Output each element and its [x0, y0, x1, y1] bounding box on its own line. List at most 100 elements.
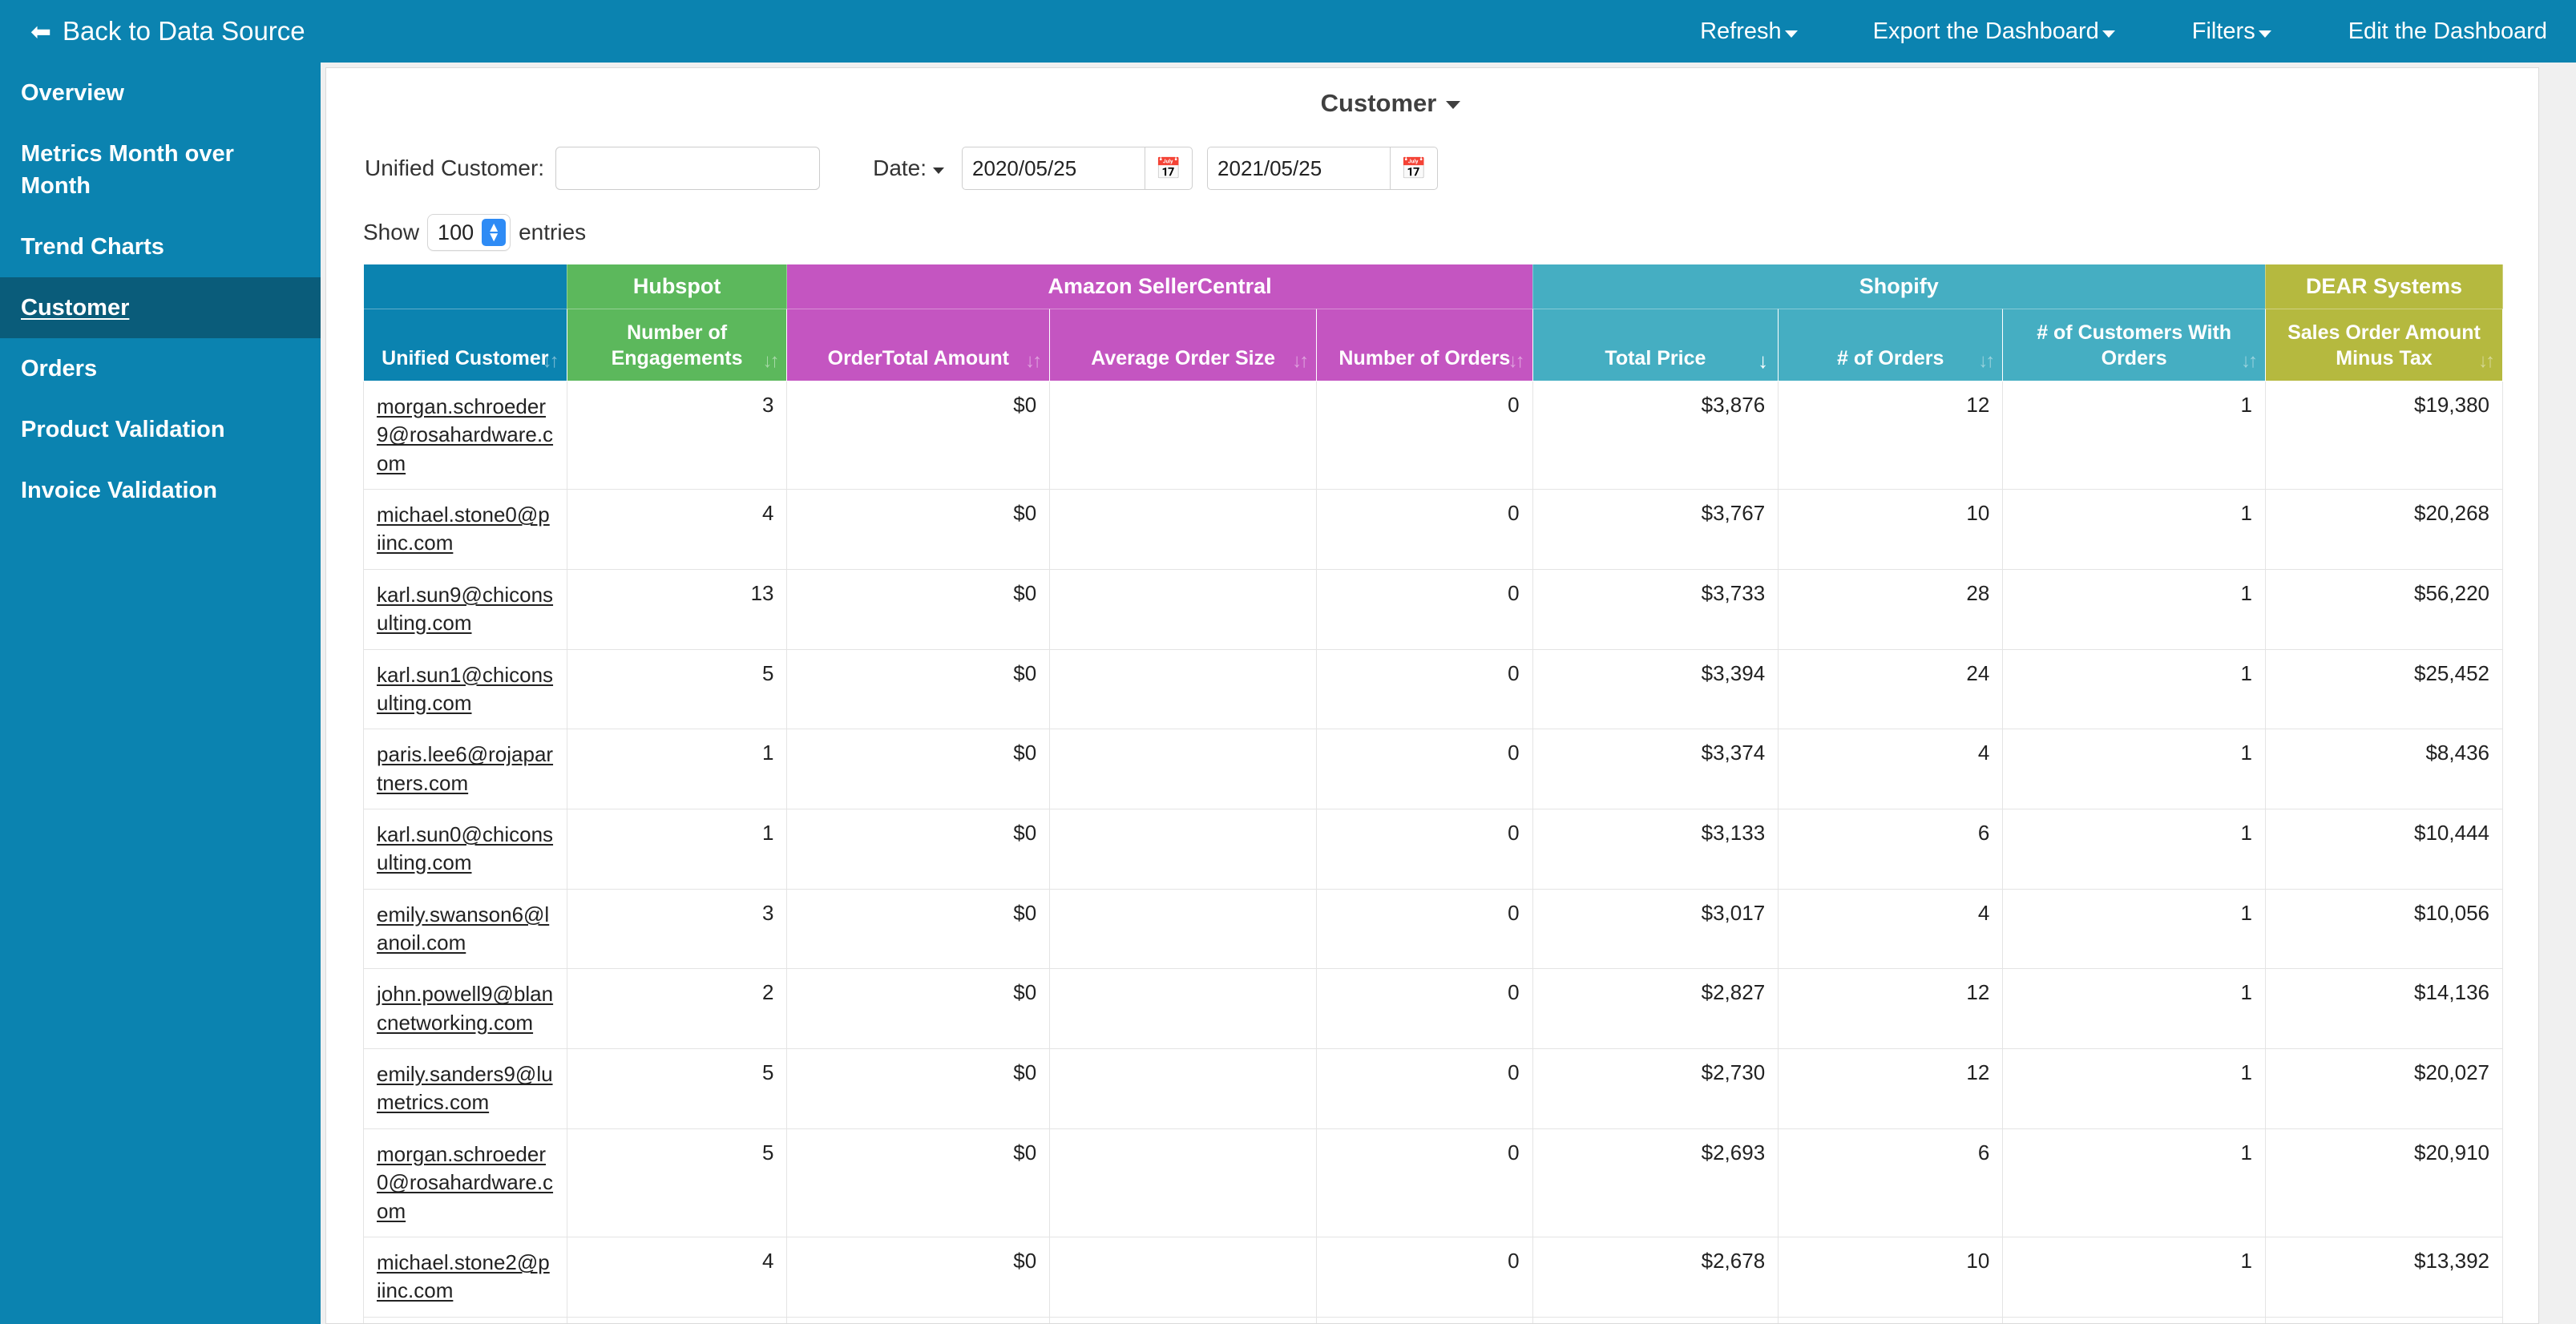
- table-row[interactable]: karl.sun1@chiconsulting.com5$00$3,394241…: [364, 649, 2503, 729]
- table-row[interactable]: morgan.schroeder0@rosahardware.com5$00$2…: [364, 1128, 2503, 1237]
- cell-customers-with-orders: 1: [2003, 889, 2266, 969]
- cell-number-of-orders: 0: [1317, 1128, 1533, 1237]
- sort-both-icon: ↓↑: [2478, 352, 2493, 371]
- cell-number-of-orders: 0: [1317, 889, 1533, 969]
- cell-shopify-number-of-orders: 4: [1779, 729, 2003, 809]
- date-to-input[interactable]: [1207, 147, 1390, 190]
- panel-title-dropdown[interactable]: Customer: [325, 68, 2497, 118]
- calendar-icon-to-button[interactable]: 📅: [1390, 147, 1438, 190]
- export-dashboard-menu[interactable]: Export the Dashboard: [1873, 18, 2115, 45]
- sidebar-item-label: Trend Charts: [21, 234, 164, 260]
- column-header-customers-with-orders[interactable]: # of Customers With Orders ↓↑: [2003, 309, 2266, 381]
- cell-number-of-orders: 0: [1317, 1317, 1533, 1324]
- column-header-average-order-size[interactable]: Average Order Size ↓↑: [1050, 309, 1317, 381]
- edit-dashboard-label: Edit the Dashboard: [2348, 18, 2547, 45]
- customer-email-link[interactable]: emily.sanders9@lumetrics.com: [377, 1060, 554, 1117]
- cell-shopify-number-of-orders: 28: [1779, 569, 2003, 649]
- table-group-header-row: Hubspot Amazon SellerCentral Shopify DEA…: [364, 264, 2503, 309]
- cell-unified-customer: michael.stone0@piinc.com: [364, 490, 567, 570]
- cell-average-order-size: [1050, 569, 1317, 649]
- sidebar-item-metrics-month-over-month[interactable]: Metrics Month over Month: [0, 123, 321, 216]
- column-header-shopify-number-of-orders[interactable]: # of Orders ↓↑: [1779, 309, 2003, 381]
- table-row[interactable]: karl.sun0@chiconsulting.com1$00$3,13361$…: [364, 809, 2503, 889]
- customer-email-link[interactable]: john.powell9@blancnetworking.com: [377, 980, 554, 1037]
- customer-email-link[interactable]: karl.sun0@chiconsulting.com: [377, 821, 554, 878]
- refresh-menu[interactable]: Refresh: [1700, 18, 1798, 45]
- date-from-input[interactable]: [962, 147, 1145, 190]
- sidebar-item-overview[interactable]: Overview: [0, 63, 321, 123]
- customer-email-link[interactable]: morgan.schroeder0@rosahardware.com: [377, 1140, 554, 1225]
- chevron-down-icon: [1785, 30, 1798, 38]
- cell-unified-customer: paris.lee6@rojapartners.com: [364, 729, 567, 809]
- customer-email-link[interactable]: paris.lee6@rojapartners.com: [377, 741, 554, 797]
- cell-number-of-orders: 0: [1317, 1237, 1533, 1317]
- cell-customers-with-orders: 1: [2003, 649, 2266, 729]
- cell-sales-order-amount-minus-tax: $20,027: [2265, 1049, 2502, 1129]
- cell-shopify-number-of-orders: 6: [1779, 1128, 2003, 1237]
- customer-email-link[interactable]: michael.stone2@piinc.com: [377, 1249, 554, 1306]
- edit-dashboard-button[interactable]: Edit the Dashboard: [2348, 18, 2547, 45]
- cell-unified-customer: emily.swanson6@lanoil.com: [364, 889, 567, 969]
- column-header-sales-order-amount-minus-tax[interactable]: Sales Order Amount Minus Tax ↓↑: [2265, 309, 2502, 381]
- calendar-icon-from-button[interactable]: 📅: [1145, 147, 1193, 190]
- unified-customer-input[interactable]: [555, 147, 820, 190]
- sidebar-item-product-validation[interactable]: Product Validation: [0, 399, 321, 460]
- table-row[interactable]: michael.stone2@piinc.com4$00$2,678101$13…: [364, 1237, 2503, 1317]
- date-filter-dropdown[interactable]: Date:: [873, 155, 944, 181]
- sidebar-item-trend-charts[interactable]: Trend Charts: [0, 216, 321, 277]
- cell-total-price: $2,730: [1532, 1049, 1779, 1129]
- entries-per-page-select[interactable]: 100 ▲▼: [427, 214, 511, 251]
- sort-both-icon: ↓↑: [1978, 352, 1993, 371]
- column-header-unified-customer[interactable]: Unified Customer ↓↑: [364, 309, 567, 381]
- table-row[interactable]: karl.sun9@chiconsulting.com13$00$3,73328…: [364, 569, 2503, 649]
- table-row[interactable]: denise.lee6@alphaindustries.com1$00$2,54…: [364, 1317, 2503, 1324]
- column-header-number-of-engagements[interactable]: Number of Engagements ↓↑: [567, 309, 787, 381]
- date-from-group: 📅: [962, 147, 1193, 190]
- cell-sales-order-amount-minus-tax: $8,436: [2265, 729, 2502, 809]
- cell-average-order-size: [1050, 1049, 1317, 1129]
- sidebar-item-customer[interactable]: Customer: [0, 277, 321, 338]
- table-row[interactable]: morgan.schroeder9@rosahardware.com3$00$3…: [364, 381, 2503, 490]
- show-entries-prefix: Show: [363, 220, 419, 245]
- cell-number-of-engagements: 4: [567, 1237, 787, 1317]
- cell-ordertotal-amount: $0: [787, 809, 1050, 889]
- cell-shopify-number-of-orders: 4: [1779, 889, 2003, 969]
- table-row[interactable]: john.powell9@blancnetworking.com2$00$2,8…: [364, 969, 2503, 1049]
- sidebar-item-label: Overview: [21, 80, 124, 106]
- cell-shopify-number-of-orders: 12: [1779, 381, 2003, 490]
- cell-ordertotal-amount: $0: [787, 889, 1050, 969]
- cell-unified-customer: emily.sanders9@lumetrics.com: [364, 1049, 567, 1129]
- cell-average-order-size: [1050, 381, 1317, 490]
- filters-menu[interactable]: Filters: [2192, 18, 2271, 45]
- filter-bar: Unified Customer: Date: 📅 📅: [326, 147, 2538, 190]
- table-row[interactable]: emily.swanson6@lanoil.com3$00$3,01741$10…: [364, 889, 2503, 969]
- cell-sales-order-amount-minus-tax: $10,056: [2265, 889, 2502, 969]
- table-row[interactable]: emily.sanders9@lumetrics.com5$00$2,73012…: [364, 1049, 2503, 1129]
- cell-number-of-engagements: 3: [567, 381, 787, 490]
- customer-email-link[interactable]: emily.swanson6@lanoil.com: [377, 901, 554, 958]
- cell-customers-with-orders: 1: [2003, 729, 2266, 809]
- cell-total-price: $2,678: [1532, 1237, 1779, 1317]
- table-row[interactable]: michael.stone0@piinc.com4$00$3,767101$20…: [364, 490, 2503, 570]
- back-to-data-source-button[interactable]: ⬅ Back to Data Source: [30, 16, 305, 46]
- customer-email-link[interactable]: michael.stone0@piinc.com: [377, 501, 554, 558]
- customer-email-link[interactable]: karl.sun9@chiconsulting.com: [377, 581, 554, 638]
- group-header-hubspot: Hubspot: [567, 264, 787, 309]
- customer-email-link[interactable]: karl.sun1@chiconsulting.com: [377, 661, 554, 718]
- column-header-number-of-orders[interactable]: Number of Orders ↓↑: [1317, 309, 1533, 381]
- customer-table-scroll[interactable]: Hubspot Amazon SellerCentral Shopify DEA…: [363, 264, 2503, 1324]
- chevron-down-icon: [1446, 101, 1460, 109]
- sidebar-item-invoice-validation[interactable]: Invoice Validation: [0, 460, 321, 521]
- stepper-icon[interactable]: ▲▼: [482, 219, 506, 246]
- cell-sales-order-amount-minus-tax: $25,452: [2265, 649, 2502, 729]
- sort-both-icon: ↓↑: [1025, 352, 1040, 371]
- column-header-label: Number of Orders: [1328, 345, 1521, 371]
- cell-ordertotal-amount: $0: [787, 1237, 1050, 1317]
- cell-number-of-orders: 0: [1317, 969, 1533, 1049]
- customer-email-link[interactable]: morgan.schroeder9@rosahardware.com: [377, 393, 554, 478]
- sidebar-item-orders[interactable]: Orders: [0, 338, 321, 399]
- column-header-ordertotal-amount[interactable]: OrderTotal Amount ↓↑: [787, 309, 1050, 381]
- column-header-total-price[interactable]: Total Price ↓: [1532, 309, 1779, 381]
- cell-average-order-size: [1050, 1237, 1317, 1317]
- table-row[interactable]: paris.lee6@rojapartners.com1$00$3,37441$…: [364, 729, 2503, 809]
